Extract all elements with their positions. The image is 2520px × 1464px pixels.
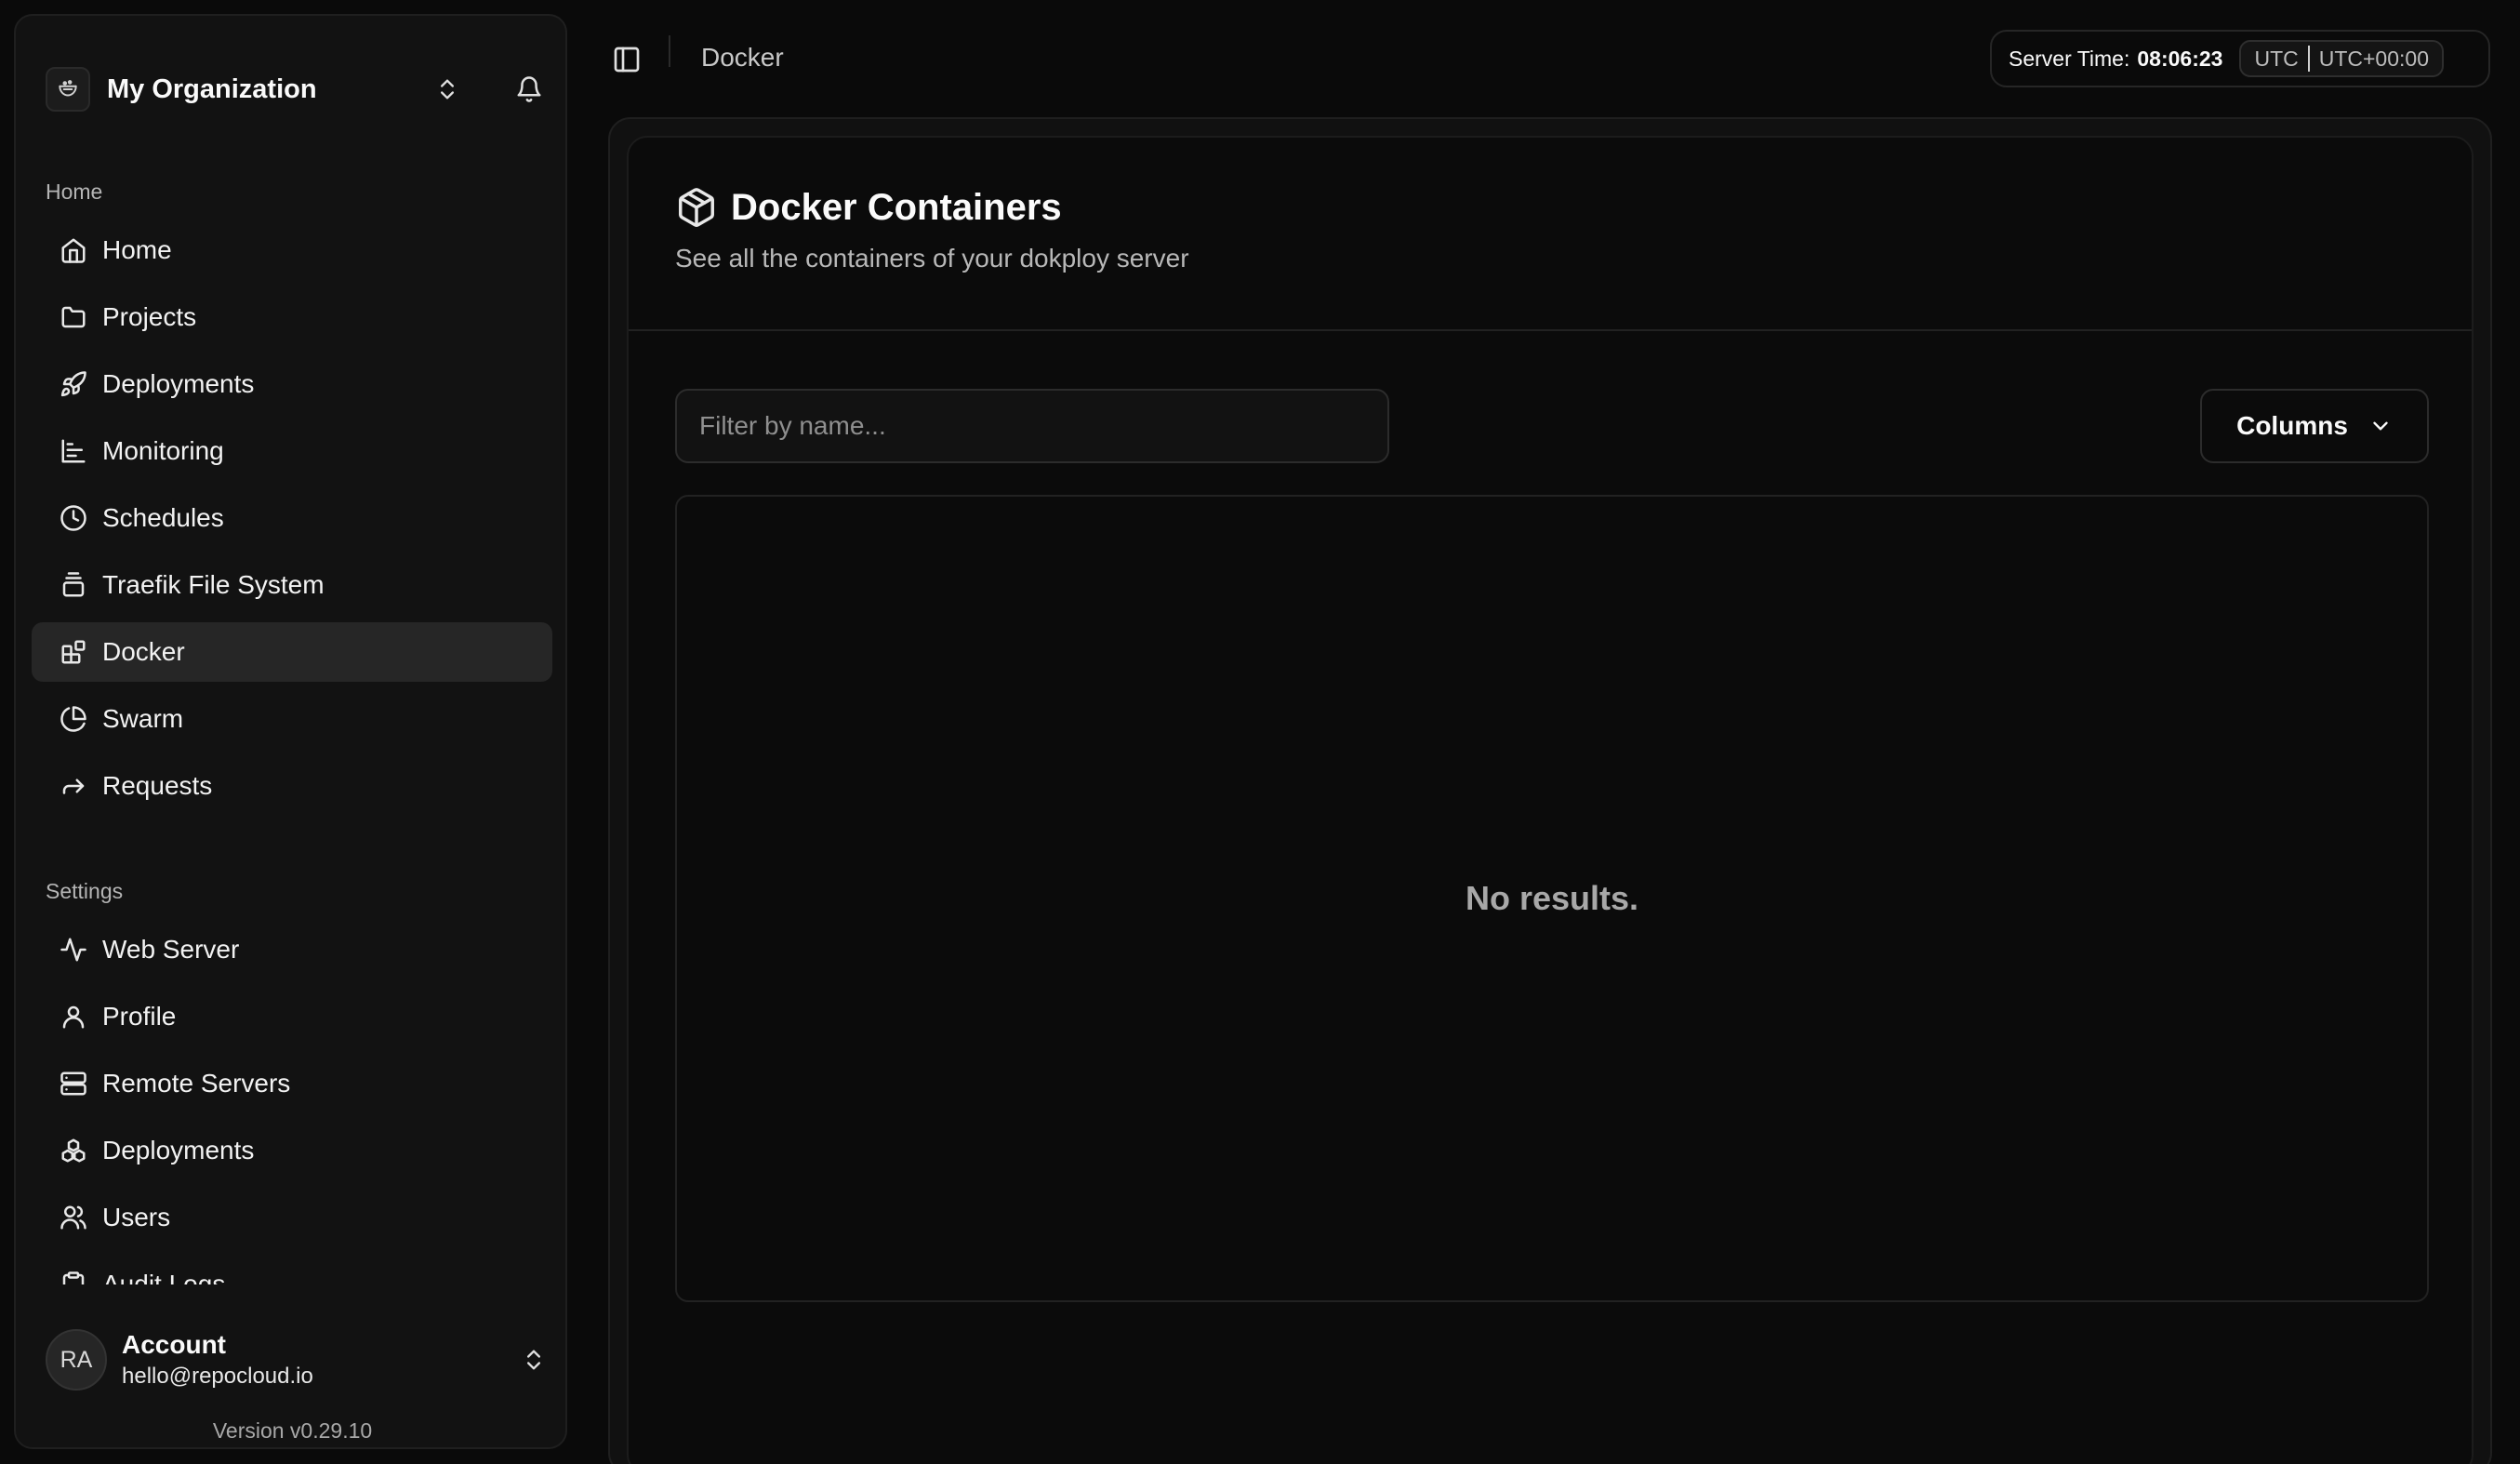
sidebar-item-deployments[interactable]: Deployments bbox=[32, 354, 552, 414]
sidebar-item-remote-servers[interactable]: Remote Servers bbox=[32, 1054, 552, 1113]
sidebar-item-label: Home bbox=[102, 235, 172, 264]
sidebar-item-label: Deployments bbox=[102, 1136, 255, 1165]
clipboard-icon bbox=[58, 1269, 89, 1284]
account-email: hello@repocloud.io bbox=[122, 1364, 313, 1389]
sidebar: My Organization Home Home Projects Deplo… bbox=[14, 14, 567, 1449]
containers-table: No results. bbox=[675, 495, 2429, 1302]
boxes-icon bbox=[58, 1135, 89, 1166]
sidebar-item-label: Profile bbox=[102, 1002, 177, 1031]
version-label: Version v0.29.10 bbox=[212, 1418, 373, 1443]
layers-icon bbox=[58, 569, 89, 601]
panel-left-icon bbox=[612, 45, 642, 74]
timezone-badge: UTC UTC+00:00 bbox=[2239, 40, 2444, 77]
server-time-badge: Server Time: 08:06:23 UTC UTC+00:00 bbox=[1990, 30, 2490, 87]
sidebar-item-profile[interactable]: Profile bbox=[32, 987, 552, 1046]
sidebar-item-label: Remote Servers bbox=[102, 1069, 291, 1098]
sidebar-item-label: Docker bbox=[102, 637, 185, 666]
bell-icon[interactable] bbox=[511, 67, 548, 112]
page-subtitle: See all the containers of your dokploy s… bbox=[675, 244, 1189, 273]
card-header: Docker Containers See all the containers… bbox=[675, 186, 1189, 273]
home-nav: Home Projects Deployments Monitoring Sch… bbox=[32, 220, 552, 823]
server-time-label: Server Time: bbox=[2009, 46, 2130, 71]
sidebar-item-users[interactable]: Users bbox=[32, 1188, 552, 1247]
sidebar-item-schedules[interactable]: Schedules bbox=[32, 488, 552, 548]
header-divider bbox=[629, 329, 2472, 331]
sidebar-item-label: Audit Logs bbox=[102, 1270, 226, 1284]
user-icon bbox=[58, 1001, 89, 1032]
sidebar-item-label: Swarm bbox=[102, 704, 184, 733]
breadcrumb[interactable]: Docker bbox=[701, 43, 784, 73]
sidebar-item-label: Traefik File System bbox=[102, 570, 325, 599]
sidebar-item-label: Requests bbox=[102, 771, 213, 800]
sidebar-item-settings-deployments[interactable]: Deployments bbox=[32, 1121, 552, 1180]
account-name: Account bbox=[122, 1330, 226, 1359]
bar-chart-icon bbox=[58, 435, 89, 467]
chevrons-up-down-icon[interactable] bbox=[515, 1338, 552, 1382]
topbar-divider bbox=[669, 35, 670, 67]
rocket-icon bbox=[58, 368, 89, 400]
sidebar-item-requests[interactable]: Requests bbox=[32, 756, 552, 816]
timezone-separator bbox=[2307, 46, 2310, 72]
toggle-sidebar-button[interactable] bbox=[608, 41, 645, 78]
sidebar-item-web-server[interactable]: Web Server bbox=[32, 920, 552, 979]
sidebar-item-docker[interactable]: Docker bbox=[32, 622, 552, 682]
org-switcher[interactable]: My Organization bbox=[46, 55, 548, 124]
home-icon bbox=[58, 234, 89, 266]
org-logo-icon bbox=[46, 67, 90, 112]
settings-nav: Web Server Profile Remote Servers Deploy… bbox=[32, 920, 552, 1284]
columns-button[interactable]: Columns bbox=[2200, 389, 2429, 463]
docker-containers-card: Docker Containers See all the containers… bbox=[627, 136, 2474, 1464]
timezone-offset: UTC+00:00 bbox=[2318, 46, 2429, 71]
sidebar-item-projects[interactable]: Projects bbox=[32, 287, 552, 347]
activity-icon bbox=[58, 934, 89, 965]
pie-chart-icon bbox=[58, 703, 89, 735]
page-title: Docker Containers bbox=[675, 186, 1189, 229]
sidebar-item-label: Users bbox=[102, 1203, 171, 1231]
sidebar-item-label: Schedules bbox=[102, 503, 224, 532]
empty-state-message: No results. bbox=[1465, 879, 1639, 917]
page-title-text: Docker Containers bbox=[731, 186, 1062, 228]
sidebar-item-label: Deployments bbox=[102, 369, 255, 398]
sidebar-item-audit-logs[interactable]: Audit Logs bbox=[32, 1255, 552, 1284]
settings-nav-scroll[interactable]: Web Server Profile Remote Servers Deploy… bbox=[32, 920, 552, 1284]
chevrons-up-down-icon[interactable] bbox=[429, 67, 466, 112]
forward-icon bbox=[58, 770, 89, 802]
sidebar-item-label: Web Server bbox=[102, 935, 240, 964]
section-label-settings: Settings bbox=[46, 879, 124, 903]
server-time-value: 08:06:23 bbox=[2137, 46, 2223, 71]
sidebar-item-traefik-file-system[interactable]: Traefik File System bbox=[32, 555, 552, 615]
clock-icon bbox=[58, 502, 89, 534]
chevron-down-icon bbox=[2368, 414, 2393, 438]
package-icon bbox=[675, 186, 718, 229]
sidebar-item-label: Monitoring bbox=[102, 436, 224, 465]
columns-button-label: Columns bbox=[2236, 411, 2348, 440]
folder-icon bbox=[58, 301, 89, 333]
server-icon bbox=[58, 1068, 89, 1099]
sidebar-item-label: Projects bbox=[102, 302, 197, 331]
org-name: My Organization bbox=[107, 73, 317, 104]
account-menu[interactable]: RA Account hello@repocloud.io bbox=[46, 1323, 552, 1397]
account-info: Account hello@repocloud.io bbox=[122, 1330, 515, 1390]
sidebar-item-home[interactable]: Home bbox=[32, 220, 552, 280]
users-icon bbox=[58, 1202, 89, 1233]
section-label-home: Home bbox=[46, 180, 103, 204]
sidebar-item-swarm[interactable]: Swarm bbox=[32, 689, 552, 749]
app-root: My Organization Home Home Projects Deplo… bbox=[0, 0, 2520, 1464]
blocks-icon bbox=[58, 636, 89, 668]
sidebar-item-monitoring[interactable]: Monitoring bbox=[32, 421, 552, 481]
filter-input[interactable] bbox=[675, 389, 1389, 463]
timezone-name: UTC bbox=[2254, 46, 2299, 71]
avatar: RA bbox=[46, 1329, 107, 1391]
